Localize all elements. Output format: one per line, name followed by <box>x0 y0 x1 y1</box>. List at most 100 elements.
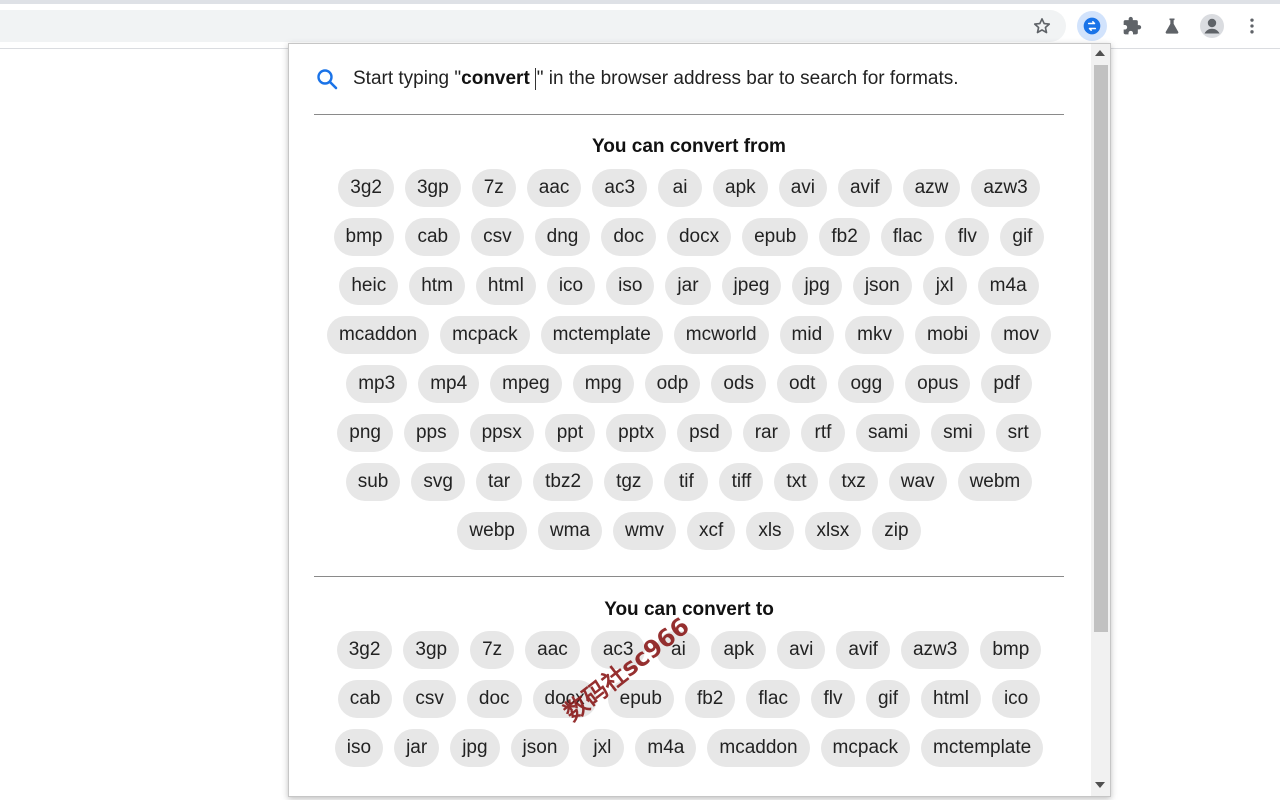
format-chip[interactable]: bmp <box>980 631 1042 669</box>
format-chip[interactable]: avif <box>836 631 890 669</box>
format-chip[interactable]: ods <box>711 365 767 403</box>
format-chip[interactable]: txz <box>829 463 878 501</box>
format-chip[interactable]: aac <box>525 631 580 669</box>
format-chip[interactable]: ppt <box>544 414 596 452</box>
format-chip[interactable]: avif <box>837 169 892 207</box>
format-chip[interactable]: xcf <box>687 512 736 550</box>
format-chip[interactable]: tbz2 <box>533 463 594 501</box>
format-chip[interactable]: 7z <box>471 169 516 207</box>
format-chip[interactable]: pps <box>403 414 459 452</box>
format-chip[interactable]: doc <box>601 218 656 256</box>
format-chip[interactable]: mpeg <box>490 365 562 403</box>
format-chip[interactable]: smi <box>931 414 985 452</box>
format-chip[interactable]: sami <box>855 414 921 452</box>
format-chip[interactable]: flv <box>945 218 990 256</box>
format-chip[interactable]: 3g2 <box>336 631 393 669</box>
address-bar[interactable] <box>0 10 1066 42</box>
format-chip[interactable]: avi <box>777 631 826 669</box>
format-chip[interactable]: doc <box>466 680 522 718</box>
format-chip[interactable]: ac3 <box>592 169 648 207</box>
format-chip[interactable]: mcpack <box>820 729 911 767</box>
format-chip[interactable]: png <box>337 414 393 452</box>
format-chip[interactable]: odt <box>777 365 828 403</box>
format-chip[interactable]: flv <box>810 680 855 718</box>
kebab-menu-icon[interactable] <box>1237 11 1267 41</box>
format-chip[interactable]: html <box>921 680 981 718</box>
format-chip[interactable]: cab <box>337 680 393 718</box>
format-chip[interactable]: ogg <box>838 365 895 403</box>
format-chip[interactable]: mctemplate <box>540 316 663 354</box>
format-chip[interactable]: xlsx <box>804 512 862 550</box>
format-chip[interactable]: tar <box>475 463 523 501</box>
format-chip[interactable]: mp3 <box>346 365 408 403</box>
format-chip[interactable]: mobi <box>914 316 981 354</box>
popup-scrollbar[interactable] <box>1091 44 1110 796</box>
format-chip[interactable]: azw3 <box>971 169 1040 207</box>
format-chip[interactable]: azw3 <box>900 631 970 669</box>
star-icon[interactable] <box>1027 11 1057 41</box>
format-chip[interactable]: jxl <box>922 267 967 305</box>
format-chip[interactable]: rtf <box>800 414 845 452</box>
format-chip[interactable]: fb2 <box>819 218 870 256</box>
format-chip[interactable]: xls <box>746 512 794 550</box>
format-chip[interactable]: flac <box>746 680 800 718</box>
format-chip[interactable]: fb2 <box>684 680 736 718</box>
format-chip[interactable]: dng <box>534 218 591 256</box>
format-chip[interactable]: apk <box>713 169 768 207</box>
format-chip[interactable]: azw <box>902 169 961 207</box>
format-chip[interactable]: sub <box>345 463 401 501</box>
format-chip[interactable]: tgz <box>604 463 654 501</box>
format-chip[interactable]: pdf <box>981 365 1032 403</box>
format-chip[interactable]: wma <box>537 512 602 550</box>
format-chip[interactable]: docx <box>666 218 732 256</box>
format-chip[interactable]: wav <box>888 463 947 501</box>
format-chip[interactable]: rar <box>742 414 790 452</box>
format-chip[interactable]: mp4 <box>418 365 480 403</box>
format-chip[interactable]: json <box>510 729 570 767</box>
puzzle-icon[interactable] <box>1117 11 1147 41</box>
format-chip[interactable]: gif <box>865 680 911 718</box>
format-chip[interactable]: csv <box>403 680 456 718</box>
format-chip[interactable]: odp <box>644 365 701 403</box>
scroll-down-arrow-icon[interactable] <box>1095 782 1105 788</box>
format-chip[interactable]: srt <box>995 414 1041 452</box>
format-chip[interactable]: pptx <box>606 414 667 452</box>
format-chip[interactable]: zip <box>872 512 921 550</box>
format-chip[interactable]: heic <box>339 267 399 305</box>
format-chip[interactable]: tiff <box>719 463 764 501</box>
format-chip[interactable]: ai <box>658 169 703 207</box>
format-chip[interactable]: mctemplate <box>921 729 1044 767</box>
format-chip[interactable]: ico <box>546 267 596 305</box>
format-chip[interactable]: jpg <box>792 267 842 305</box>
format-chip[interactable]: epub <box>742 218 809 256</box>
format-chip[interactable]: 3g2 <box>338 169 394 207</box>
format-chip[interactable]: iso <box>334 729 384 767</box>
format-chip[interactable]: jxl <box>580 729 625 767</box>
format-chip[interactable]: csv <box>471 218 524 256</box>
format-chip[interactable]: iso <box>606 267 655 305</box>
format-chip[interactable]: mcaddon <box>707 729 810 767</box>
format-chip[interactable]: ppsx <box>469 414 534 452</box>
format-chip[interactable]: 7z <box>470 631 515 669</box>
format-chip[interactable]: webm <box>957 463 1033 501</box>
converter-extension-icon[interactable] <box>1077 11 1107 41</box>
scroll-up-arrow-icon[interactable] <box>1095 50 1105 56</box>
format-chip[interactable]: mkv <box>845 316 904 354</box>
format-chip[interactable]: aac <box>526 169 582 207</box>
format-chip[interactable]: mpg <box>572 365 634 403</box>
format-chip[interactable]: jar <box>394 729 440 767</box>
format-chip[interactable]: ico <box>991 680 1041 718</box>
format-chip[interactable]: avi <box>778 169 827 207</box>
format-chip[interactable]: jpg <box>450 729 500 767</box>
format-chip[interactable]: apk <box>711 631 767 669</box>
format-chip[interactable]: mcaddon <box>326 316 430 354</box>
format-chip[interactable]: bmp <box>333 218 395 256</box>
format-chip[interactable]: mid <box>779 316 835 354</box>
scroll-thumb[interactable] <box>1094 65 1108 632</box>
format-chip[interactable]: txt <box>774 463 819 501</box>
format-chip[interactable]: flac <box>880 218 935 256</box>
format-chip[interactable]: wmv <box>612 512 677 550</box>
format-chip[interactable]: tif <box>664 463 709 501</box>
format-chip[interactable]: webp <box>457 512 527 550</box>
format-chip[interactable]: json <box>852 267 912 305</box>
